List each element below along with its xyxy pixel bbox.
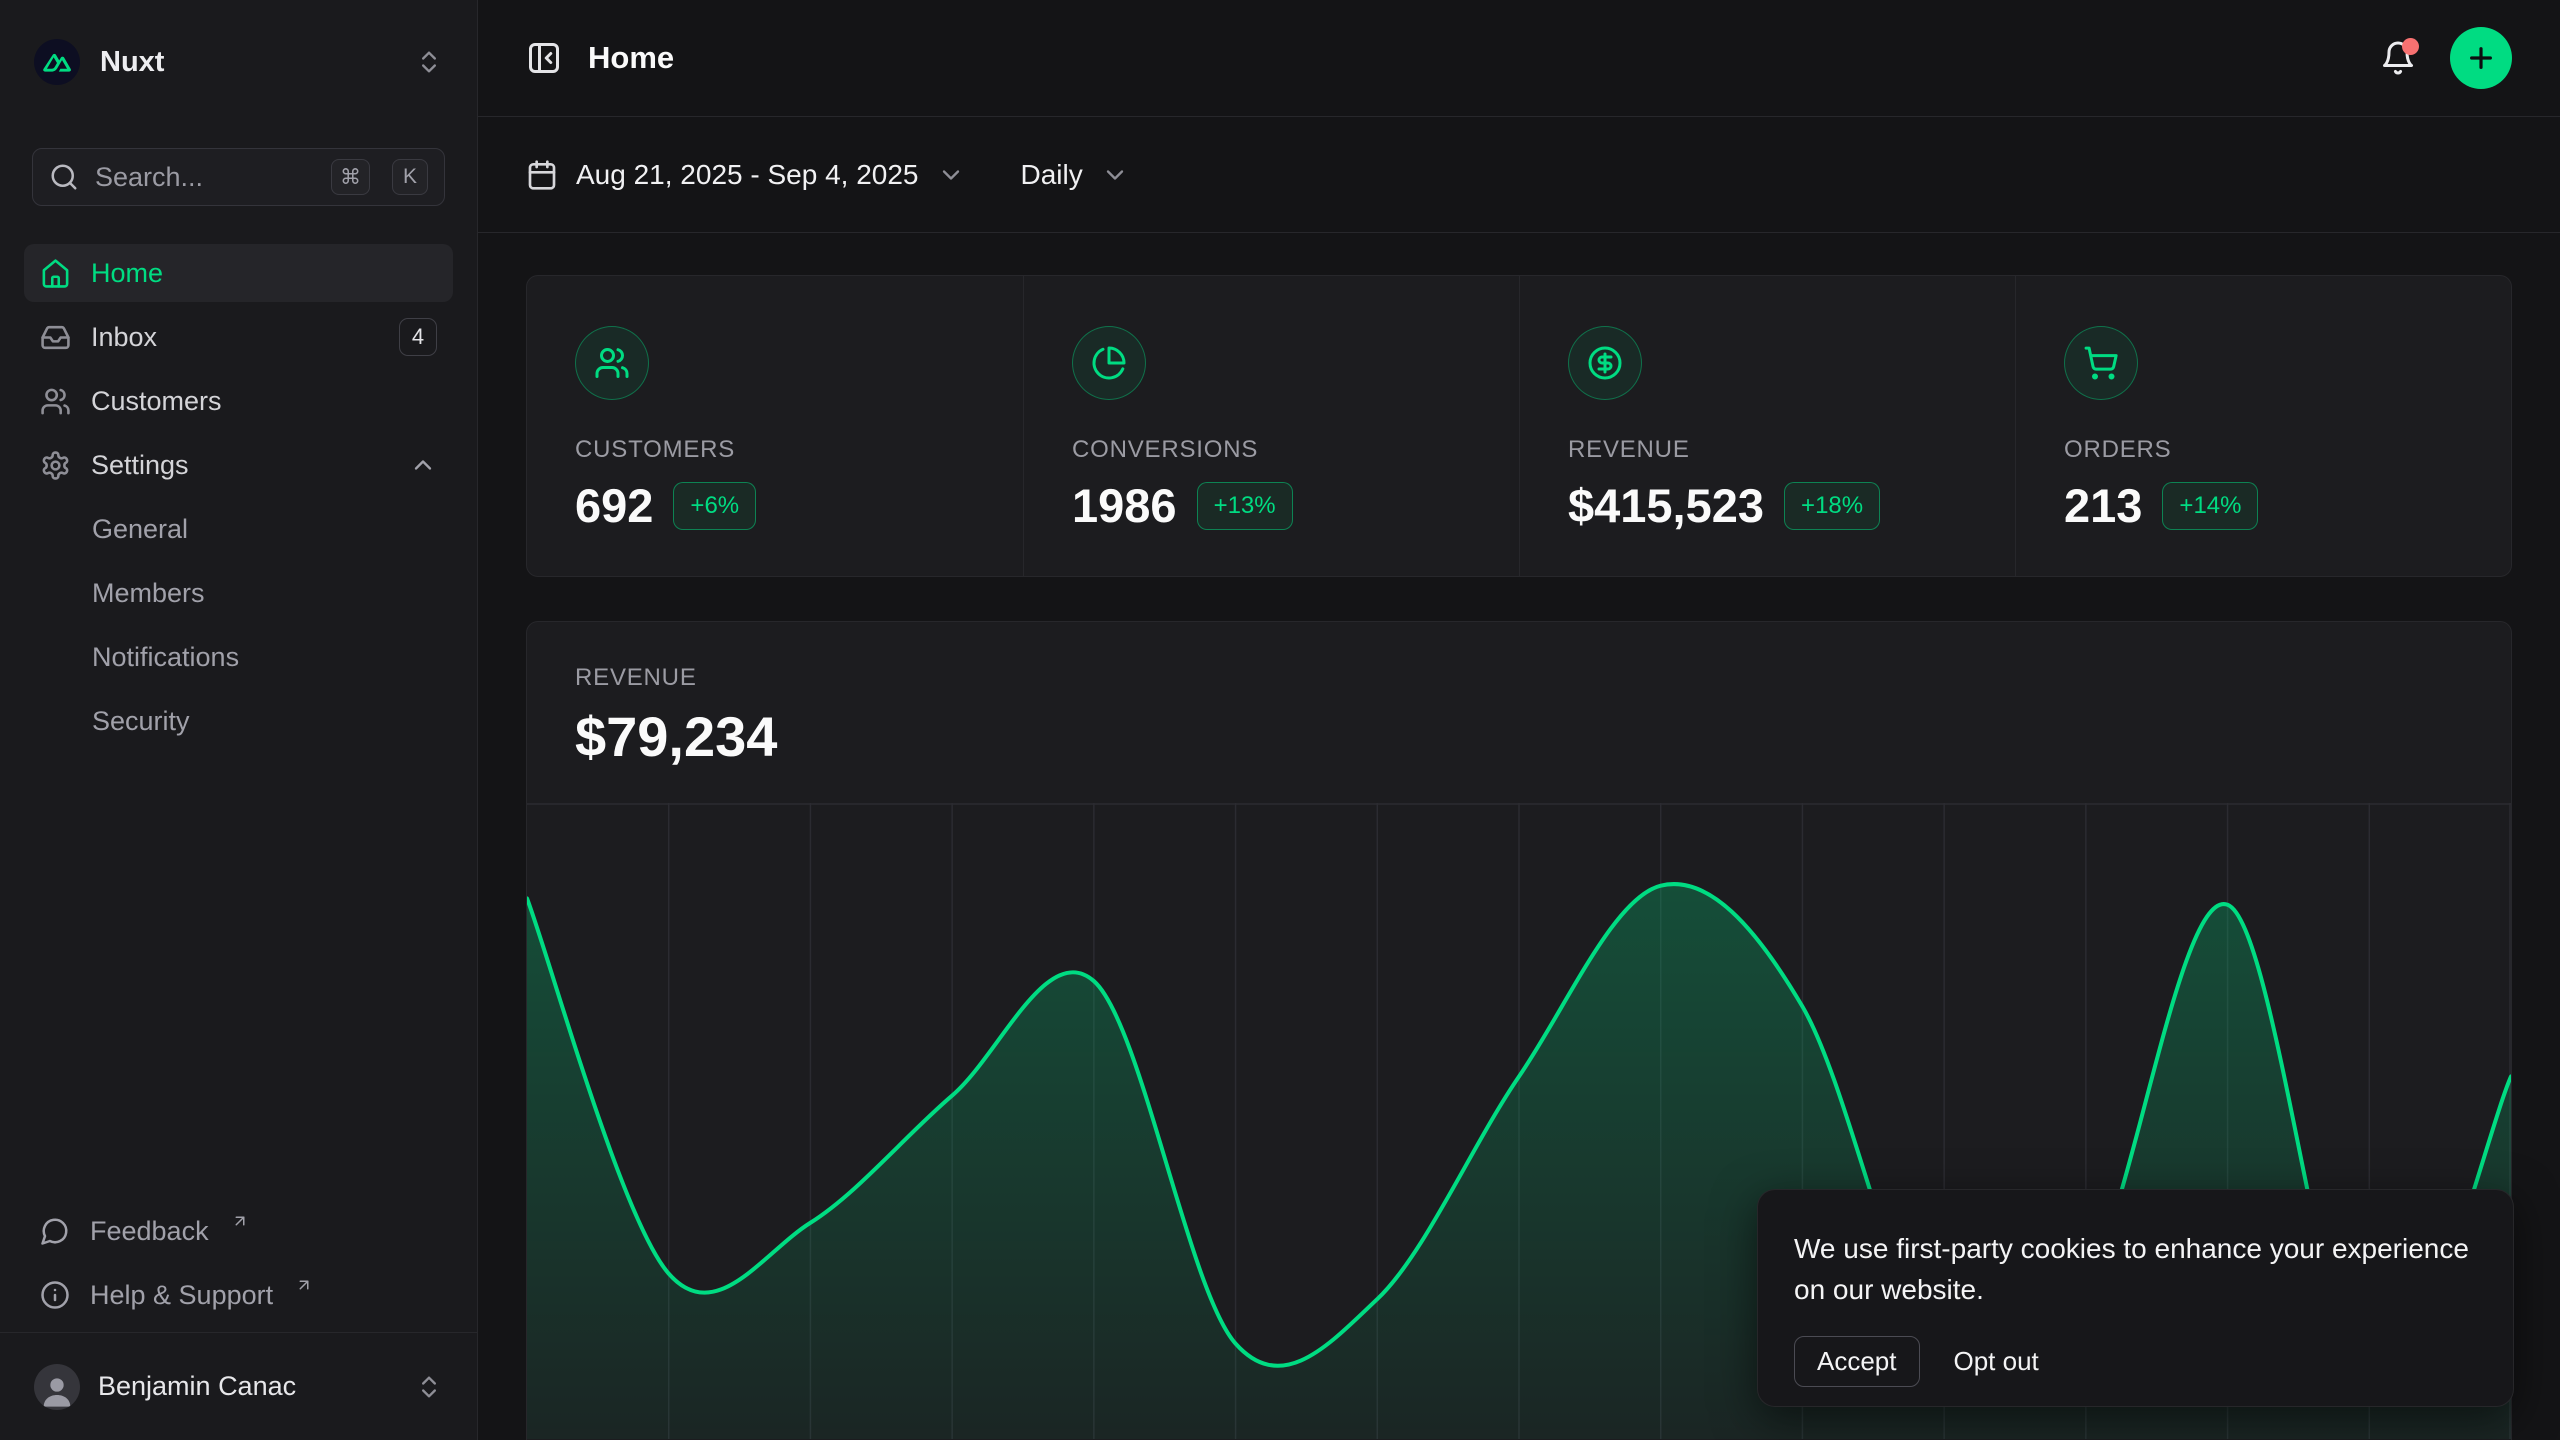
chevron-down-icon <box>1101 161 1129 189</box>
search-input[interactable]: Search... ⌘ K <box>32 148 445 206</box>
cookie-actions: Accept Opt out <box>1794 1336 2477 1387</box>
workspace-name: Nuxt <box>100 46 164 79</box>
user-menu[interactable]: Benjamin Canac <box>0 1332 477 1440</box>
gear-icon <box>40 450 71 481</box>
user-name: Benjamin Canac <box>98 1371 296 1402</box>
revenue-chart-label: REVENUE <box>575 664 2463 692</box>
info-icon <box>40 1280 70 1310</box>
external-link-arrow-icon <box>295 1276 313 1294</box>
kbd-command: ⌘ <box>331 159 370 195</box>
stat-value: 692 <box>575 478 653 533</box>
chevron-up-icon <box>409 451 437 479</box>
chevrons-up-down-icon <box>415 1373 443 1401</box>
sidebar-item-label: General <box>92 514 188 545</box>
inbox-count-badge: 4 <box>399 318 437 356</box>
revenue-chart-value: $79,234 <box>575 704 2463 769</box>
stat-delta-badge: +6% <box>673 482 756 530</box>
stat-card-conversions: CONVERSIONS 1986 +13% <box>1023 276 1519 576</box>
notifications-button[interactable] <box>2380 40 2416 76</box>
users-icon <box>40 386 71 417</box>
workspace-switcher[interactable]: Nuxt <box>24 28 453 96</box>
sidebar-item-label: Notifications <box>92 642 239 673</box>
stat-label: CUSTOMERS <box>575 436 975 464</box>
date-range-picker[interactable]: Aug 21, 2025 - Sep 4, 2025 <box>526 159 965 191</box>
pie-chart-icon <box>1072 326 1146 400</box>
sidebar-item-label: Security <box>92 706 190 737</box>
sidebar-item-inbox[interactable]: Inbox 4 <box>24 308 453 366</box>
stat-value: $415,523 <box>1568 478 1764 533</box>
stat-card-customers: CUSTOMERS 692 +6% <box>527 276 1023 576</box>
stat-value: 213 <box>2064 478 2142 533</box>
chevron-down-icon <box>937 161 965 189</box>
granularity-select[interactable]: Daily <box>1021 159 1129 191</box>
settings-subnav: General Members Notifications Security <box>24 500 453 750</box>
search-placeholder: Search... <box>95 162 315 193</box>
sidebar-item-label: Home <box>91 258 163 289</box>
stats-row: CUSTOMERS 692 +6% CONVERSIONS 1986 +13% <box>526 275 2512 577</box>
sidebar-item-security[interactable]: Security <box>24 692 453 750</box>
cookie-banner: We use first-party cookies to enhance yo… <box>1757 1189 2514 1407</box>
footer-link-label: Help & Support <box>90 1280 273 1311</box>
shopping-cart-icon <box>2064 326 2138 400</box>
sidebar-item-customers[interactable]: Customers <box>24 372 453 430</box>
sidebar-item-label: Members <box>92 578 205 609</box>
sidebar-footer: Feedback Help & Support <box>0 1202 477 1324</box>
sidebar-item-notifications[interactable]: Notifications <box>24 628 453 686</box>
message-circle-icon <box>40 1216 70 1246</box>
kbd-k: K <box>392 159 428 195</box>
stat-delta-badge: +14% <box>2162 482 2258 530</box>
home-icon <box>40 258 71 289</box>
stat-label: CONVERSIONS <box>1072 436 1471 464</box>
sidebar-collapse-button[interactable] <box>526 40 562 76</box>
cookie-message: We use first-party cookies to enhance yo… <box>1794 1228 2477 1310</box>
footer-link-label: Feedback <box>90 1216 209 1247</box>
stat-card-revenue: REVENUE $415,523 +18% <box>1519 276 2015 576</box>
stat-card-orders: ORDERS 213 +14% <box>2015 276 2511 576</box>
panel-left-close-icon <box>526 40 562 76</box>
search-icon <box>49 162 79 192</box>
cookie-optout-button[interactable]: Opt out <box>1954 1337 2039 1386</box>
notification-dot <box>2402 38 2419 55</box>
sidebar-item-general[interactable]: General <box>24 500 453 558</box>
stat-delta-badge: +13% <box>1197 482 1293 530</box>
chevrons-up-down-icon <box>415 48 443 76</box>
sidebar-item-label: Inbox <box>91 322 157 353</box>
new-item-button[interactable] <box>2450 27 2512 89</box>
inbox-icon <box>40 322 71 353</box>
feedback-link[interactable]: Feedback <box>24 1202 453 1260</box>
nuxt-logo-icon <box>34 39 80 85</box>
stat-label: ORDERS <box>2064 436 2463 464</box>
sidebar-item-home[interactable]: Home <box>24 244 453 302</box>
users-icon <box>575 326 649 400</box>
stat-label: REVENUE <box>1568 436 1967 464</box>
sidebar-item-settings[interactable]: Settings <box>24 436 453 494</box>
granularity-value: Daily <box>1021 159 1083 191</box>
circle-dollar-icon <box>1568 326 1642 400</box>
cookie-accept-button[interactable]: Accept <box>1794 1336 1920 1387</box>
sidebar: Nuxt Search... ⌘ K Home Inbox 4 <box>0 0 478 1440</box>
filterbar: Aug 21, 2025 - Sep 4, 2025 Daily <box>478 117 2560 233</box>
help-support-link[interactable]: Help & Support <box>24 1266 453 1324</box>
sidebar-item-label: Customers <box>91 386 222 417</box>
date-range-value: Aug 21, 2025 - Sep 4, 2025 <box>576 159 919 191</box>
external-link-arrow-icon <box>231 1212 249 1230</box>
calendar-icon <box>526 159 558 191</box>
sidebar-nav: Home Inbox 4 Customers Settings <box>24 244 453 750</box>
avatar <box>34 1364 80 1410</box>
revenue-chart-header: REVENUE $79,234 <box>527 622 2511 769</box>
stat-delta-badge: +18% <box>1784 482 1880 530</box>
sidebar-item-members[interactable]: Members <box>24 564 453 622</box>
topbar-actions <box>2380 27 2512 89</box>
stat-value: 1986 <box>1072 478 1177 533</box>
plus-icon <box>2465 42 2497 74</box>
topbar: Home <box>478 0 2560 117</box>
page-title: Home <box>588 40 674 76</box>
sidebar-item-label: Settings <box>91 450 189 481</box>
